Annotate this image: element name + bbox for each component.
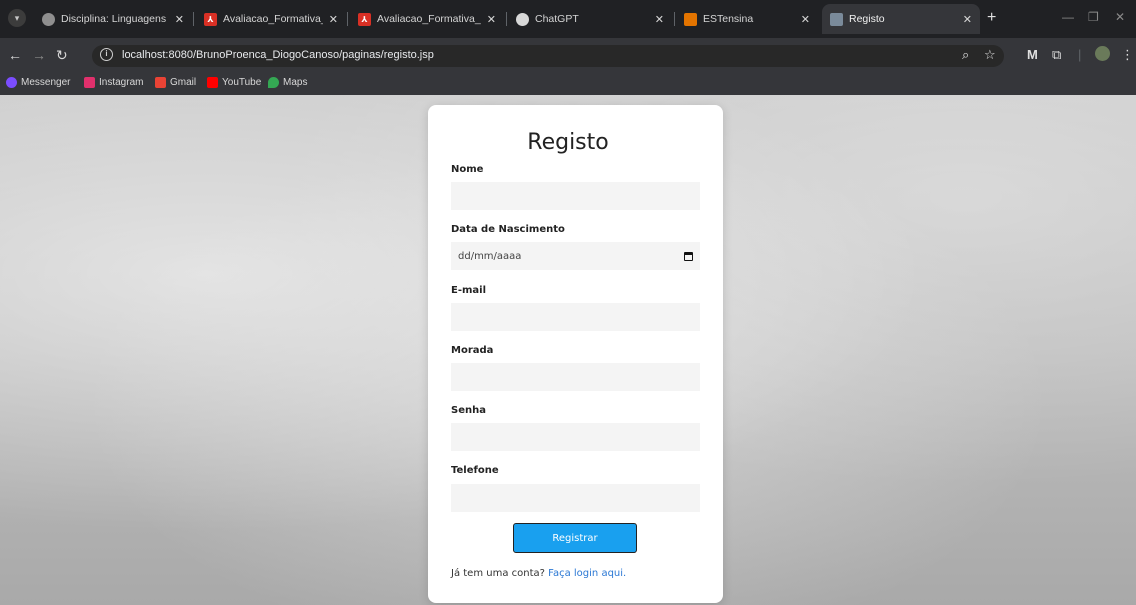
profile-avatar[interactable] bbox=[1095, 46, 1110, 61]
tab-title: ChatGPT bbox=[535, 13, 579, 25]
bookmark-instagram[interactable]: Instagram bbox=[84, 77, 143, 88]
tab-title: Disciplina: Linguagens de I bbox=[61, 13, 169, 25]
tab-avaliacao-2[interactable]: ⅄ Avaliacao_Formativa_LPI_L ✕ bbox=[350, 4, 504, 34]
close-window-icon[interactable]: ✕ bbox=[1115, 10, 1125, 24]
bookmark-label: Maps bbox=[283, 77, 308, 88]
bookmark-star-icon[interactable]: ☆ bbox=[984, 47, 996, 63]
bookmark-messenger[interactable]: Messenger bbox=[6, 77, 70, 88]
page-title: Registo bbox=[527, 130, 609, 155]
tab-close-icon[interactable]: ✕ bbox=[175, 13, 184, 26]
pdf-icon: ⅄ bbox=[358, 12, 371, 26]
nome-input[interactable] bbox=[451, 182, 700, 210]
bookmark-label: YouTube bbox=[222, 77, 262, 88]
registrar-button[interactable]: Registrar bbox=[513, 523, 637, 553]
login-prompt-text: Já tem uma conta? bbox=[451, 568, 545, 579]
es-icon bbox=[684, 12, 697, 26]
login-link[interactable]: Faça login aqui. bbox=[548, 568, 626, 579]
telefone-label: Telefone bbox=[451, 465, 499, 476]
date-placeholder: dd/mm/aaaa bbox=[458, 250, 522, 262]
extensions-puzzle-icon[interactable]: ⧉ bbox=[1052, 47, 1061, 63]
tab-close-icon[interactable]: ✕ bbox=[329, 13, 338, 26]
bookmark-gmail[interactable]: Gmail bbox=[155, 77, 196, 88]
bookmark-label: Instagram bbox=[99, 77, 144, 88]
gmail-icon bbox=[155, 77, 166, 88]
tab-title: Registo bbox=[849, 13, 885, 25]
pdf-icon: ⅄ bbox=[204, 12, 217, 26]
chatgpt-icon bbox=[516, 12, 529, 26]
senha-label: Senha bbox=[451, 405, 486, 416]
tab-close-icon[interactable]: ✕ bbox=[487, 13, 496, 26]
extension-m-icon[interactable]: M bbox=[1027, 47, 1038, 63]
zoom-icon[interactable]: ⌕ bbox=[962, 47, 969, 63]
bookmark-maps[interactable]: Maps bbox=[268, 77, 307, 88]
telefone-input[interactable] bbox=[451, 484, 700, 512]
instagram-icon bbox=[84, 77, 95, 88]
toolbar-divider: | bbox=[1078, 47, 1082, 62]
site-info-icon[interactable]: i bbox=[100, 48, 113, 61]
new-tab-button[interactable]: + bbox=[987, 10, 996, 26]
tab-separator bbox=[347, 12, 348, 26]
minimize-icon[interactable]: — bbox=[1062, 10, 1074, 24]
tab-strip: ▾ Disciplina: Linguagens de I ✕ ⅄ Avalia… bbox=[0, 0, 1136, 38]
tab-avaliacao-1[interactable]: ⅄ Avaliacao_Formativa_LPI_L ✕ bbox=[196, 4, 346, 34]
tab-title: Avaliacao_Formativa_LPI_L bbox=[223, 13, 323, 25]
tab-separator bbox=[674, 12, 675, 26]
messenger-icon bbox=[6, 77, 17, 88]
tab-search-icon[interactable]: ▾ bbox=[8, 9, 26, 27]
senha-input[interactable] bbox=[451, 423, 700, 451]
bookmark-youtube[interactable]: YouTube bbox=[207, 77, 261, 88]
bookmark-label: Gmail bbox=[170, 77, 197, 88]
nome-label: Nome bbox=[451, 164, 484, 175]
data-nascimento-input[interactable]: dd/mm/aaaa bbox=[451, 242, 700, 270]
registo-favicon bbox=[830, 12, 843, 26]
globe-icon bbox=[42, 12, 55, 26]
youtube-icon bbox=[207, 77, 218, 88]
tab-separator bbox=[193, 12, 194, 26]
morada-input[interactable] bbox=[451, 363, 700, 391]
tab-title: Avaliacao_Formativa_LPI_L bbox=[377, 13, 481, 25]
email-input[interactable] bbox=[451, 303, 700, 331]
morada-label: Morada bbox=[451, 345, 494, 356]
tab-close-icon[interactable]: ✕ bbox=[801, 13, 810, 26]
address-url[interactable]: localhost:8080/BrunoProenca_DiogoCanoso/… bbox=[122, 49, 434, 61]
email-label: E-mail bbox=[451, 285, 487, 296]
login-prompt-line: Já tem uma conta? Faça login aqui. bbox=[451, 568, 626, 579]
tab-close-icon[interactable]: ✕ bbox=[963, 13, 972, 26]
tab-close-icon[interactable]: ✕ bbox=[655, 13, 664, 26]
forward-icon[interactable]: → bbox=[32, 46, 46, 64]
tab-chatgpt[interactable]: ChatGPT ✕ bbox=[508, 4, 672, 34]
back-icon[interactable]: ← bbox=[8, 46, 22, 64]
tab-separator bbox=[506, 12, 507, 26]
bookmark-label: Messenger bbox=[21, 77, 71, 88]
reload-icon[interactable]: ↻ bbox=[56, 46, 68, 64]
calendar-icon[interactable] bbox=[684, 251, 693, 261]
tab-disciplina[interactable]: Disciplina: Linguagens de I ✕ bbox=[34, 4, 192, 34]
restore-icon[interactable]: ❐ bbox=[1088, 10, 1099, 24]
data-nascimento-label: Data de Nascimento bbox=[451, 224, 565, 235]
maps-icon bbox=[268, 77, 279, 88]
tab-registo[interactable]: Registo ✕ bbox=[822, 4, 980, 34]
menu-dots-icon[interactable]: ⋮ bbox=[1121, 47, 1134, 63]
tab-title: ESTensina bbox=[703, 13, 754, 25]
tab-estensina[interactable]: ESTensina ✕ bbox=[676, 4, 818, 34]
